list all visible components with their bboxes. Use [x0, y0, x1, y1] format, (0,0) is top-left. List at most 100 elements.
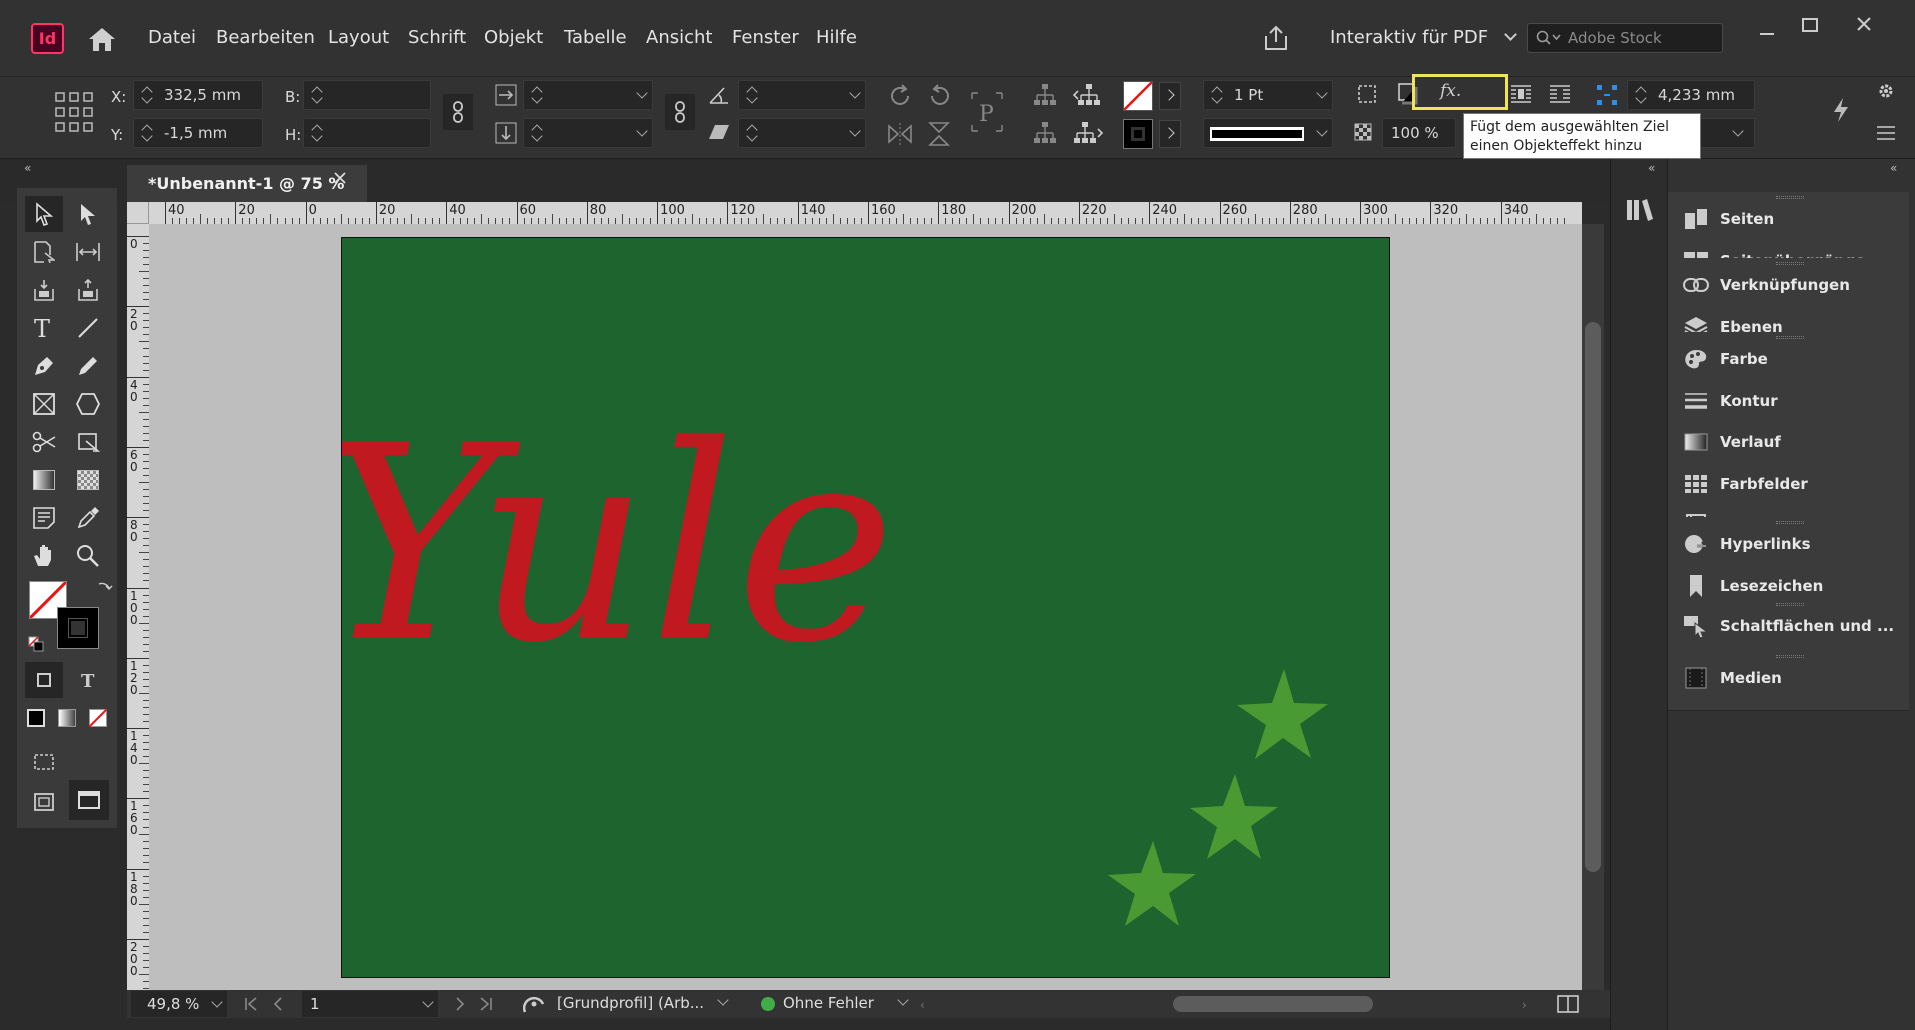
- swap-fill-stroke-icon[interactable]: [97, 580, 113, 596]
- menu-schrift[interactable]: Schrift: [408, 27, 466, 48]
- rectangle-frame-tool[interactable]: [25, 386, 63, 422]
- panel-medien[interactable]: Medien: [1682, 665, 1782, 691]
- direct-selection-tool[interactable]: [69, 196, 107, 232]
- normal-view-mode-icon[interactable]: [25, 744, 63, 780]
- panel-seiten[interactable]: Seiten: [1682, 206, 1774, 232]
- flip-horizontal-icon[interactable]: [887, 123, 913, 145]
- opacity-field[interactable]: 100 %: [1382, 118, 1456, 148]
- rotation-field[interactable]: [738, 80, 866, 110]
- close-icon[interactable]: [1854, 14, 1874, 34]
- hand-tool[interactable]: [25, 538, 63, 574]
- first-page-icon[interactable]: [244, 997, 258, 1011]
- panel-menu-icon[interactable]: [1876, 125, 1896, 141]
- minimize-button[interactable]: [1760, 24, 1776, 40]
- scale-x-field[interactable]: [523, 80, 653, 110]
- preview-mode-icon[interactable]: [25, 784, 63, 820]
- preflight-profile-select[interactable]: [Grundprofil] (Arb...: [557, 994, 733, 1012]
- horizontal-scrollbar[interactable]: ‹ ›: [920, 996, 1532, 1012]
- formatting-affects-container-icon[interactable]: [25, 662, 63, 698]
- y-position-field[interactable]: -1,5 mm: [133, 118, 263, 148]
- menu-tabelle[interactable]: Tabelle: [564, 27, 627, 48]
- stroke-weight-field[interactable]: 1 Pt: [1203, 80, 1333, 110]
- close-tab-icon[interactable]: [334, 172, 346, 184]
- text-wrap-icon[interactable]: [1510, 84, 1532, 104]
- screen-mode-icon[interactable]: [69, 780, 109, 820]
- panel-grip[interactable]: [1776, 262, 1804, 265]
- scroll-left-icon[interactable]: ‹: [920, 998, 925, 1012]
- stroke-menu-button[interactable]: [1159, 120, 1181, 148]
- panel-farbfelder[interactable]: Farbfelder: [1682, 471, 1808, 497]
- cc-libraries-strip-icon[interactable]: [1625, 197, 1655, 223]
- page-number-field[interactable]: 1: [302, 991, 438, 1017]
- next-page-icon[interactable]: [455, 997, 465, 1011]
- auto-spacing-icon[interactable]: [1596, 84, 1618, 106]
- stroke-box[interactable]: [57, 607, 99, 649]
- formatting-affects-text-icon[interactable]: T: [69, 662, 107, 698]
- select-next-object-icon[interactable]: [1073, 121, 1103, 145]
- select-container-icon[interactable]: [1033, 83, 1057, 107]
- panel-grip[interactable]: [1776, 603, 1804, 606]
- constrain-proportions-icon[interactable]: [443, 94, 473, 130]
- select-previous-object-icon[interactable]: [1073, 83, 1103, 107]
- select-content-icon[interactable]: [1033, 121, 1057, 145]
- shear-field[interactable]: [738, 118, 866, 148]
- pen-tool[interactable]: [25, 348, 63, 384]
- adobe-stock-search[interactable]: Adobe Stock: [1527, 23, 1723, 53]
- constrain-scale-icon[interactable]: [665, 94, 695, 130]
- document-tab[interactable]: *Unbenannt-1 @ 75 %: [127, 165, 367, 202]
- zoom-tool[interactable]: [69, 538, 107, 574]
- rotate-clockwise-icon[interactable]: [887, 83, 913, 109]
- horizontal-scroll-thumb[interactable]: [1173, 996, 1373, 1012]
- menu-fenster[interactable]: Fenster: [732, 27, 799, 48]
- maximize-button[interactable]: [1802, 18, 1818, 32]
- panel-kontur[interactable]: Kontur: [1682, 388, 1778, 414]
- column-layout-icon[interactable]: [1549, 84, 1571, 104]
- scroll-right-icon[interactable]: ›: [1522, 998, 1527, 1012]
- panel-schaltflächen-und[interactable]: Schaltflächen und ...: [1682, 613, 1894, 639]
- panel-grip[interactable]: [1776, 336, 1804, 339]
- gap-tool[interactable]: [69, 234, 107, 270]
- menu-datei[interactable]: Datei: [148, 27, 196, 48]
- panel-lesezeichen[interactable]: Lesezeichen: [1682, 573, 1823, 599]
- spacing-dropdown[interactable]: [1700, 118, 1755, 148]
- page-tool[interactable]: [25, 234, 63, 270]
- panel-farbe[interactable]: Farbe: [1682, 346, 1768, 372]
- panel-verlauf[interactable]: Verlauf: [1682, 429, 1781, 455]
- panel-grip[interactable]: [1776, 521, 1804, 524]
- free-transform-tool[interactable]: [69, 424, 107, 460]
- vertical-ruler[interactable]: 0 20 40 60 80 100 120 140 160 180 200: [127, 224, 149, 992]
- quick-actions-icon[interactable]: [1832, 97, 1850, 123]
- collapse-dock-icon[interactable]: «: [1890, 161, 1897, 175]
- split-window-icon[interactable]: [1557, 995, 1579, 1013]
- pencil-tool[interactable]: [69, 348, 107, 384]
- gradient-swatch-tool[interactable]: [25, 462, 63, 498]
- rotate-counterclockwise-icon[interactable]: [927, 83, 953, 109]
- panel-verknüpfungen[interactable]: Verknüpfungen: [1682, 272, 1850, 298]
- zoom-field[interactable]: 49,8 %: [131, 991, 227, 1017]
- collapse-toolbox-icon[interactable]: «: [24, 161, 31, 175]
- document-page[interactable]: Yule: [341, 237, 1390, 978]
- share-icon[interactable]: [1262, 24, 1290, 52]
- fill-swatch[interactable]: [1123, 81, 1153, 111]
- gear-icon[interactable]: [1877, 82, 1895, 100]
- line-tool[interactable]: [69, 310, 107, 346]
- width-field[interactable]: [303, 80, 431, 110]
- menu-layout[interactable]: Layout: [328, 27, 389, 48]
- selection-tool[interactable]: [25, 196, 63, 232]
- content-collector-tool[interactable]: [25, 272, 63, 308]
- previous-page-icon[interactable]: [273, 997, 283, 1011]
- horizontal-ruler[interactable]: 40 20 0 20 40 60 80 100 120 140 160 180 200 220 240 260…: [127, 202, 1582, 224]
- height-field[interactable]: [303, 118, 431, 148]
- reference-point-icon[interactable]: [54, 91, 94, 133]
- scale-y-field[interactable]: [523, 118, 653, 148]
- eyedropper-tool[interactable]: [69, 500, 107, 536]
- stroke-swatch[interactable]: [1123, 119, 1153, 149]
- note-tool[interactable]: [25, 500, 63, 536]
- panel-hyperlinks[interactable]: Hyperlinks: [1682, 531, 1811, 557]
- menu-hilfe[interactable]: Hilfe: [816, 27, 857, 48]
- type-tool[interactable]: T: [25, 310, 63, 346]
- path-object-icon[interactable]: P: [970, 91, 1004, 133]
- ruler-origin[interactable]: [127, 202, 149, 224]
- collapse-panels-icon[interactable]: «: [1648, 161, 1655, 175]
- stroke-type-select[interactable]: [1203, 118, 1333, 148]
